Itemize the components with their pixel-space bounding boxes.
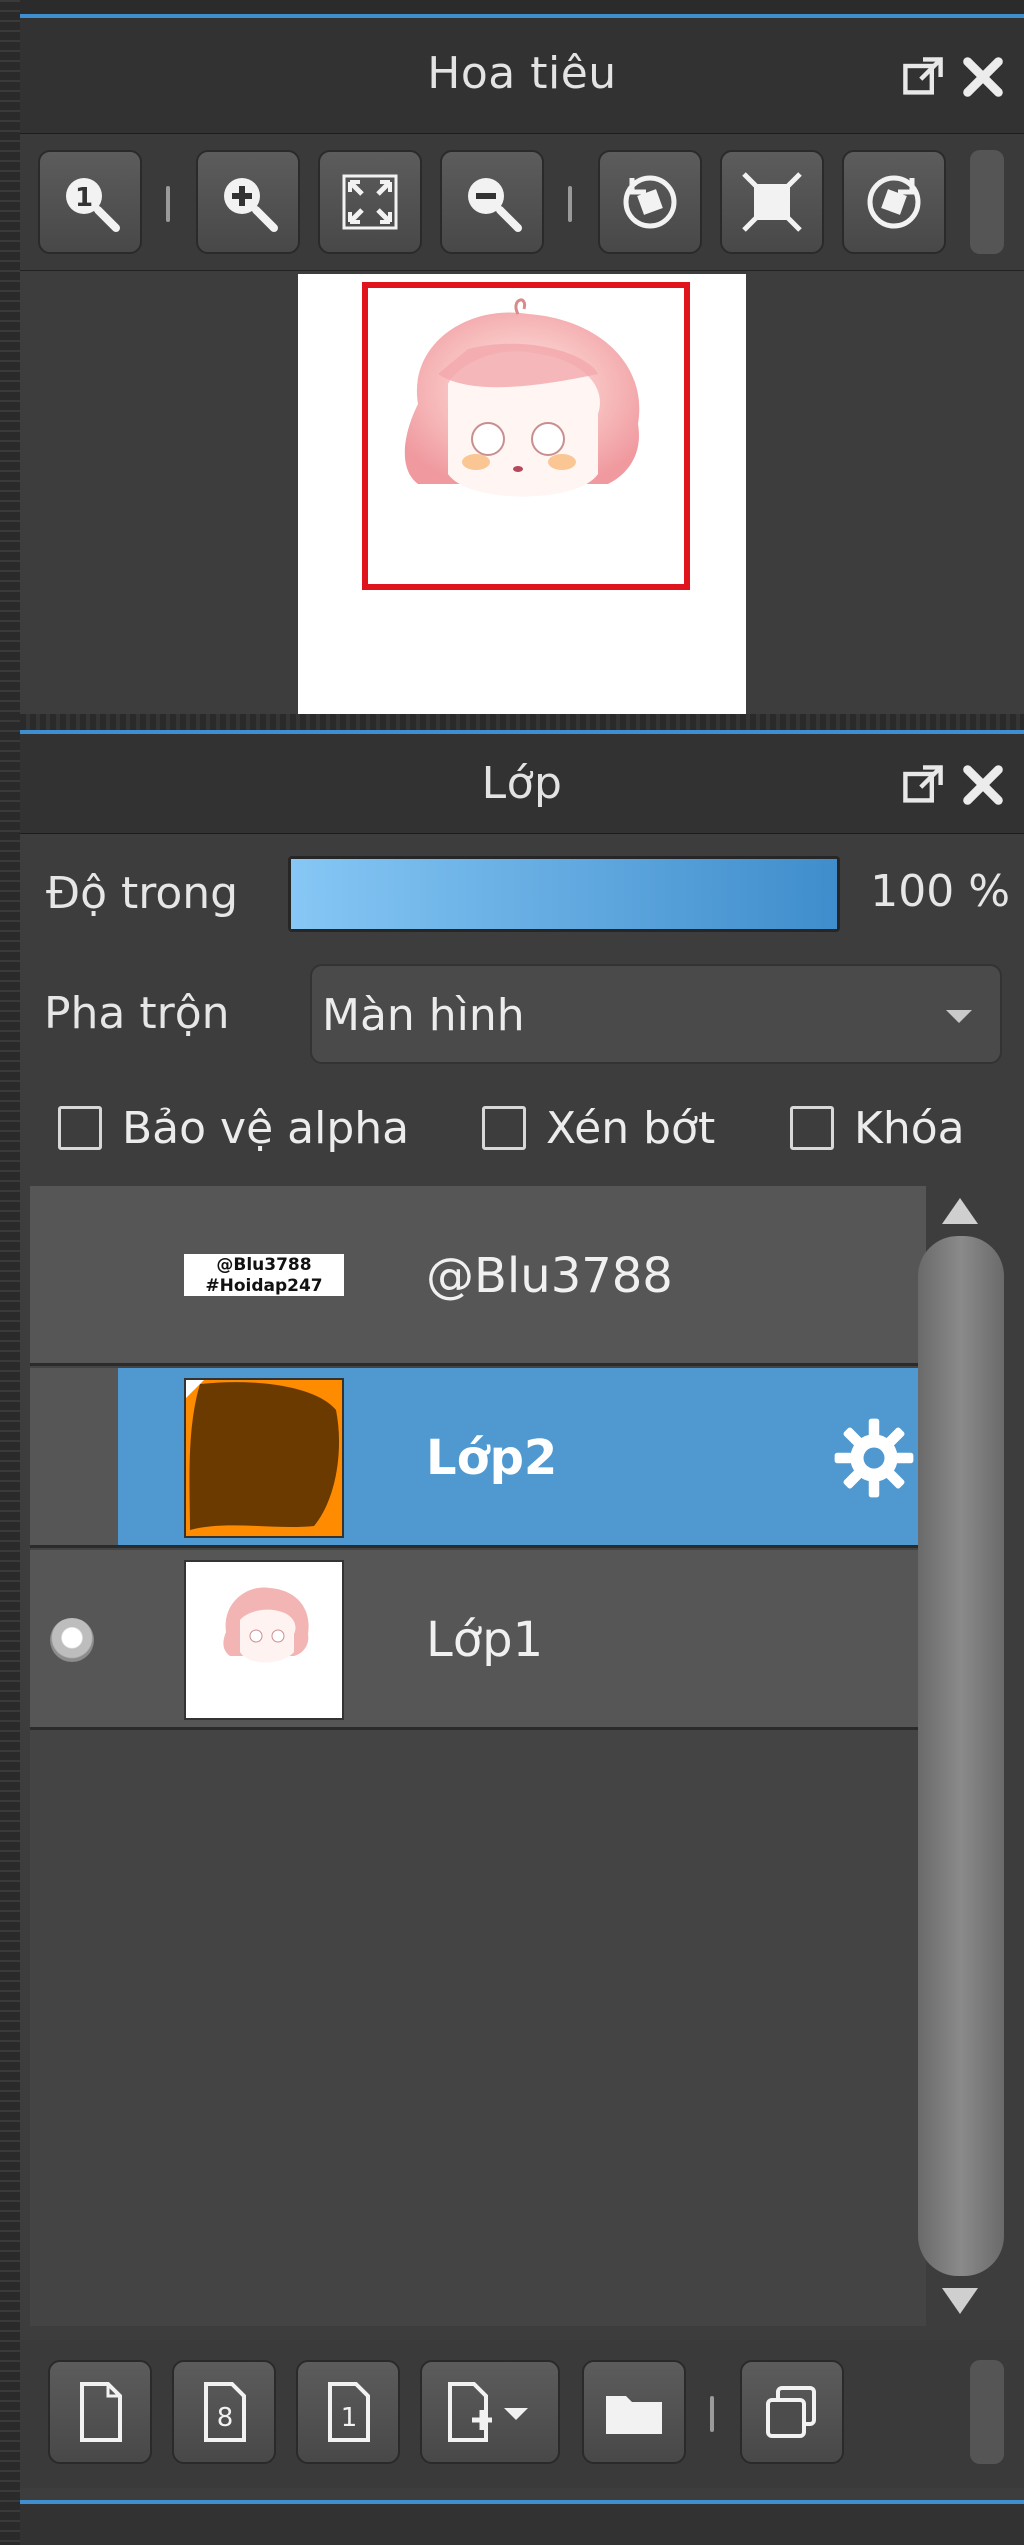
layer-list[interactable]: @Blu3788 #Hoidap247 @Blu3788 Lớp2 Lớp1 [30, 1186, 926, 2326]
layers-panel: Lớp Độ trong 100 % Pha trộn Màn hình Bảo… [20, 730, 1024, 2500]
layer-row[interactable]: Lớp1 [30, 1550, 926, 1730]
popout-icon[interactable] [900, 54, 946, 100]
opacity-slider[interactable] [288, 856, 840, 932]
opacity-value: 100 % [870, 866, 1010, 917]
svg-text:1: 1 [341, 2403, 358, 2433]
thumb-text-1: @Blu3788 [216, 1255, 311, 1275]
next-panel-header [20, 2500, 1024, 2545]
close-icon[interactable] [960, 54, 1006, 100]
checkbox-box[interactable] [482, 1106, 526, 1150]
popout-icon[interactable] [900, 762, 946, 808]
visibility-toggle[interactable] [50, 1618, 94, 1662]
layer-thumbnail: @Blu3788 #Hoidap247 [184, 1196, 344, 1356]
checkbox-box[interactable] [790, 1106, 834, 1150]
rotate-right-button[interactable] [842, 150, 946, 254]
navigator-panel: Hoa tiêu 1 [20, 14, 1024, 720]
reset-view-button[interactable] [720, 150, 824, 254]
chevron-down-icon [946, 1010, 972, 1023]
checkbox-box[interactable] [58, 1106, 102, 1150]
toolbar-separator [710, 2396, 714, 2432]
duplicate-layer-button[interactable] [740, 2360, 844, 2464]
lock-checkbox[interactable]: Khóa [790, 1098, 965, 1158]
rotate-right-icon [867, 175, 921, 229]
layers-title: Lớp [481, 758, 563, 809]
app-window: Hoa tiêu 1 Lớp Độ trong 100 % Pha trộn M… [0, 0, 1024, 2545]
toolbar-separator [166, 186, 170, 222]
viewport-rect[interactable] [362, 282, 690, 590]
add-layer-icon [448, 2382, 528, 2442]
layer-name: @Blu3788 [426, 1248, 673, 1304]
new-1bit-layer-button[interactable]: 1 [296, 2360, 400, 2464]
scrollbar-thumb[interactable] [918, 1236, 1004, 2276]
toolbar-scroll-handle[interactable] [970, 2360, 1004, 2464]
zoom-in-icon [224, 178, 278, 232]
zoom-one-icon: 1 [66, 178, 120, 232]
layers-header: Lớp [20, 734, 1024, 834]
opacity-slider-fill [291, 859, 837, 929]
canvas-thumbnail[interactable] [298, 274, 746, 720]
new-page-icon [80, 2382, 122, 2442]
zoom-in-button[interactable] [196, 150, 300, 254]
gear-icon[interactable] [832, 1416, 916, 1500]
rotate-left-icon [623, 175, 677, 229]
protect-alpha-checkbox[interactable]: Bảo vệ alpha [58, 1098, 409, 1158]
navigator-preview[interactable] [20, 272, 1024, 720]
rotate-left-button[interactable] [598, 150, 702, 254]
fit-window-button[interactable] [318, 150, 422, 254]
layer-1bit-icon: 1 [328, 2382, 370, 2442]
navigator-title: Hoa tiêu [427, 48, 617, 99]
toolbar-separator [568, 186, 572, 222]
blend-mode-label: Pha trộn [44, 988, 230, 1039]
folder-icon [606, 2396, 662, 2434]
blend-mode-value: Màn hình [322, 990, 525, 1041]
navigator-toolbar: 1 [20, 134, 1024, 271]
clipping-checkbox[interactable]: Xén bớt [482, 1098, 715, 1158]
layer-row[interactable]: @Blu3788 #Hoidap247 @Blu3788 [30, 1186, 926, 1366]
duplicate-icon [766, 2386, 816, 2438]
toolbar-scroll-handle[interactable] [970, 150, 1004, 254]
navigator-header: Hoa tiêu [20, 18, 1024, 134]
layer-toolbar: 8 1 [20, 2340, 1024, 2488]
zoom-out-icon [468, 178, 522, 232]
blend-mode-select[interactable]: Màn hình [310, 964, 1002, 1064]
dock-edge [0, 0, 20, 2545]
opacity-label: Độ trong [46, 868, 239, 919]
layer-list-scrollbar[interactable] [912, 1186, 1010, 2326]
panel-accent-line [20, 2500, 1024, 2504]
layer-name: Lớp2 [426, 1430, 558, 1486]
layer-thumbnail [184, 1560, 344, 1720]
new-8bit-layer-button[interactable]: 8 [172, 2360, 276, 2464]
layer-8bit-icon: 8 [204, 2382, 246, 2442]
reset-view-icon [742, 172, 802, 232]
svg-text:1: 1 [75, 183, 93, 213]
svg-text:8: 8 [217, 2403, 234, 2433]
layer-name: Lớp1 [426, 1612, 544, 1668]
clipping-label: Xén bớt [546, 1102, 716, 1154]
protect-alpha-label: Bảo vệ alpha [122, 1102, 410, 1154]
scroll-up-arrow-icon[interactable] [942, 1198, 978, 1224]
scroll-down-arrow-icon[interactable] [942, 2288, 978, 2314]
zoom-actual-size-button[interactable]: 1 [38, 150, 142, 254]
add-layer-menu-button[interactable] [420, 2360, 560, 2464]
lock-label: Khóa [854, 1102, 965, 1154]
fit-window-icon [342, 174, 398, 230]
zoom-out-button[interactable] [440, 150, 544, 254]
layer-row[interactable]: Lớp2 [30, 1368, 926, 1548]
new-layer-button[interactable] [48, 2360, 152, 2464]
layer-thumbnail [184, 1378, 344, 1538]
new-folder-button[interactable] [582, 2360, 686, 2464]
close-icon[interactable] [960, 762, 1006, 808]
thumb-text-2: #Hoidap247 [205, 1276, 322, 1296]
